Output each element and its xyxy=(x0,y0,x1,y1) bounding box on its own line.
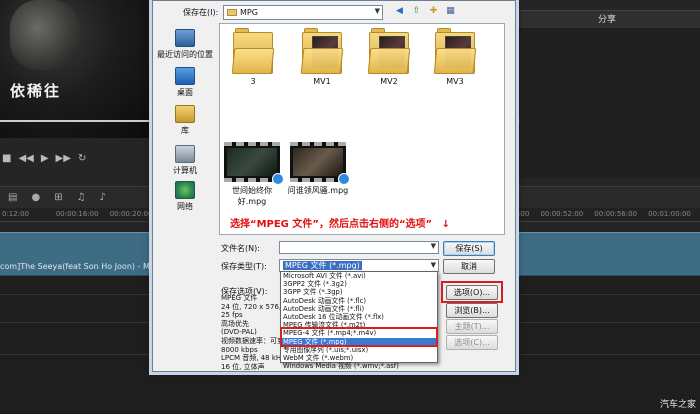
chevron-down-icon[interactable]: ▼ xyxy=(375,7,380,15)
place-network[interactable]: 网络 xyxy=(155,181,215,212)
timeline-tick-label: 00:00:56:00 xyxy=(594,210,638,218)
back-icon[interactable]: ◀ xyxy=(393,5,406,18)
player-controls: ■ ◀◀ ▶ ▶▶ ↻ xyxy=(0,148,150,168)
network-icon xyxy=(175,181,195,199)
video-file-item[interactable]: 问谁领风骚.mpg xyxy=(286,142,350,196)
video-thumbnail xyxy=(290,142,350,185)
tab-share[interactable]: 分享 xyxy=(514,10,700,28)
view-menu-icon[interactable]: ▦ xyxy=(444,5,457,18)
filetype-label: 保存类型(T): xyxy=(221,262,267,271)
timeline-tick-label: 00:01:00:00 xyxy=(648,210,691,218)
instruction-text: 选择“MPEG 文件”，然后点击右侧的“选项” xyxy=(230,219,433,230)
filetype-option[interactable]: Microsoft AVI 文件 (*.avi) xyxy=(281,272,437,280)
save-button[interactable]: 保存(S) xyxy=(443,241,495,256)
file-list: 3 MV1 MV2 MV3 世间始终你好.mpg 问谁领风骚.mpg 选择“MP… xyxy=(219,23,505,235)
folder-name: MV3 xyxy=(446,77,464,86)
chevron-down-icon[interactable]: ▼ xyxy=(431,242,436,250)
folder-icon xyxy=(227,9,237,16)
split-icon[interactable]: ⊞ xyxy=(54,192,62,203)
new-folder-icon[interactable]: ✚ xyxy=(427,5,440,18)
clip-label: com]The Seeya(feat Son Ho Joon) - M xyxy=(0,262,150,271)
save-in-label: 保存在(I): xyxy=(183,8,219,17)
audio-mixer-icon[interactable]: ♫ xyxy=(77,192,86,203)
timeline-tick-label: 00:00:20:00 xyxy=(109,210,153,218)
places-bar: 最近访问的位置 桌面 库 计算机 网络 xyxy=(153,23,217,215)
browse-button[interactable]: 浏览(B)... xyxy=(446,303,498,318)
folder-icon xyxy=(231,28,275,74)
instruction-annotation: 选择“MPEG 文件”，然后点击右侧的“选项” ↓ xyxy=(230,215,450,230)
loop-icon[interactable]: ↻ xyxy=(78,153,86,164)
filetype-option[interactable]: Windows Media 视频 (*.wmv;*.asf) xyxy=(281,362,437,370)
filetype-option[interactable]: 3GPP 文件 (*.3gp) xyxy=(281,288,437,296)
theme-button[interactable]: 主题(T)... xyxy=(446,319,498,334)
recent-icon xyxy=(175,29,195,47)
folder-name: MV2 xyxy=(380,77,398,86)
filetype-dropdown-list: Microsoft AVI 文件 (*.avi) 3GPP2 文件 (*.3g2… xyxy=(280,271,438,370)
place-label: 库 xyxy=(181,126,189,135)
folder-icon xyxy=(300,28,344,74)
save-in-combo[interactable]: MPG ▼ xyxy=(223,5,383,20)
previous-frame-icon[interactable]: ◀◀ xyxy=(18,153,33,164)
video-preview: 依稀往 xyxy=(0,0,150,138)
timeline-tick-label: 00:00:16:00 xyxy=(55,210,99,218)
preview-subtitle: 依稀往 xyxy=(10,82,62,100)
media-badge-icon xyxy=(338,173,350,185)
options-highlight-box xyxy=(441,281,503,303)
timeline-tick-label: 0:12:00 xyxy=(2,210,29,218)
preview-progress-bar[interactable] xyxy=(0,120,150,122)
place-label: 桌面 xyxy=(177,88,193,97)
auto-music-icon[interactable]: ♪ xyxy=(100,192,106,203)
place-label: 最近访问的位置 xyxy=(157,50,213,59)
filename-input[interactable]: ▼ xyxy=(279,241,439,254)
computer-icon xyxy=(175,145,195,163)
video-thumbnail xyxy=(224,142,284,185)
folder-icon xyxy=(433,28,477,74)
folder-item-3[interactable]: 3 xyxy=(230,28,276,86)
place-desktop[interactable]: 桌面 xyxy=(155,67,215,98)
place-label: 计算机 xyxy=(173,166,197,175)
up-folder-icon[interactable]: ⇧ xyxy=(410,5,423,18)
timeline-tick-label: 00:00:52:00 xyxy=(540,210,584,218)
desktop-icon xyxy=(175,67,195,85)
chevron-down-icon[interactable]: ▼ xyxy=(431,260,436,271)
watermark: 汽车之家 xyxy=(659,400,696,410)
save-dialog: 保存在(I): MPG ▼ ◀ ⇧ ✚ ▦ 最近访问的位置 桌面 库 计算机 网… xyxy=(152,0,516,372)
stop-icon[interactable]: ■ xyxy=(2,153,11,164)
track-manager-icon[interactable]: ▤ xyxy=(8,192,17,203)
folder-item-mv2[interactable]: MV2 xyxy=(366,28,412,86)
video-file-item[interactable]: 世间始终你好.mpg xyxy=(220,142,284,207)
filetype-option[interactable]: AutoDesk 动画文件 (*.fli) xyxy=(281,305,437,313)
folder-icon xyxy=(367,28,411,74)
cancel-button[interactable]: 取消 xyxy=(443,259,495,274)
place-label: 网络 xyxy=(177,202,193,211)
library-icon xyxy=(175,105,195,123)
folder-item-mv3[interactable]: MV3 xyxy=(432,28,478,86)
save-in-value: MPG xyxy=(240,8,258,17)
arrow-down-icon: ↓ xyxy=(441,219,450,230)
filetype-option[interactable]: 3GPP2 文件 (*.3g2) xyxy=(281,280,437,288)
place-computer[interactable]: 计算机 xyxy=(155,145,215,176)
filetype-option[interactable]: AutoDesk 16 位动画文件 (*.flx) xyxy=(281,313,437,321)
play-icon[interactable]: ▶ xyxy=(41,153,49,164)
filetype-selected-value: MPEG 文件 (*.mpg) xyxy=(283,261,362,270)
nav-toolbar: ◀ ⇧ ✚ ▦ xyxy=(393,5,457,18)
options-panel: ᴍ xyxy=(514,28,700,178)
template-button[interactable]: 选项(C)... xyxy=(446,335,498,350)
folder-item-mv1[interactable]: MV1 xyxy=(299,28,345,86)
folder-name: MV1 xyxy=(313,77,331,86)
filename-label: 文件名(N): xyxy=(221,244,260,253)
media-badge-icon xyxy=(272,173,284,185)
filetype-option[interactable]: WebM 文件 (*.webm) xyxy=(281,354,437,362)
next-frame-icon[interactable]: ▶▶ xyxy=(56,153,71,164)
record-icon[interactable]: ● xyxy=(31,192,40,203)
preview-frame-image xyxy=(10,0,80,70)
folder-name: 3 xyxy=(250,77,256,86)
video-file-name: 问谁领风骚.mpg xyxy=(287,186,349,195)
mpeg-highlight-box xyxy=(280,327,438,347)
place-recent[interactable]: 最近访问的位置 xyxy=(155,29,215,60)
filetype-option[interactable]: AutoDesk 动画文件 (*.flc) xyxy=(281,297,437,305)
video-file-name: 世间始终你好.mpg xyxy=(232,186,272,206)
place-library[interactable]: 库 xyxy=(155,105,215,136)
